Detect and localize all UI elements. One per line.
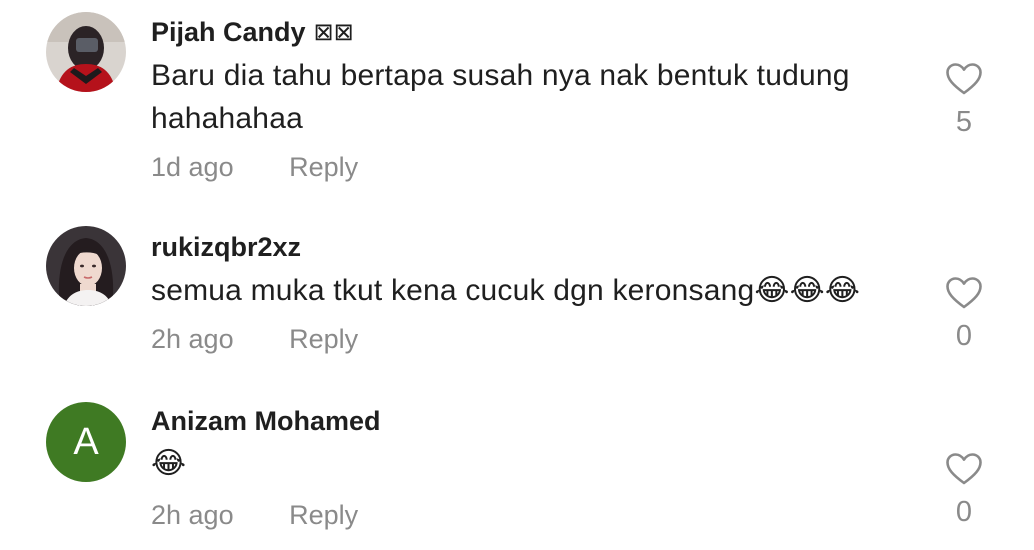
avatar[interactable] <box>46 226 126 306</box>
comment-meta: 1d ago Reply <box>151 152 358 183</box>
heart-outline-icon[interactable] <box>945 62 983 96</box>
comment-item: A Anizam Mohamed 😂 2h ago Reply 0 <box>0 380 1034 550</box>
like-count: 0 <box>955 320 973 352</box>
comment-timestamp: 2h ago <box>151 500 234 530</box>
avatar-photo <box>46 226 126 306</box>
avatar[interactable] <box>46 12 126 92</box>
comment-list: Pijah Candy ⊠⊠ Baru dia tahu bertapa susa… <box>0 0 1034 550</box>
avatar[interactable]: A <box>46 402 126 482</box>
reply-button[interactable]: Reply <box>289 324 358 355</box>
flag-icon: ⊠⊠ <box>313 19 354 46</box>
heart-outline-icon[interactable] <box>945 452 983 486</box>
reply-button[interactable]: Reply <box>289 152 358 183</box>
comment-username[interactable]: rukizqbr2xz <box>151 232 301 263</box>
comment-text: Baru dia tahu bertapa susah nya nak bent… <box>151 59 850 135</box>
comment-item: Pijah Candy ⊠⊠ Baru dia tahu bertapa susa… <box>0 0 1034 200</box>
like-control: 0 <box>940 276 988 353</box>
comment-timestamp: 1d ago <box>151 152 234 182</box>
comment-text: semua muka tkut kena cucuk dgn keronsang… <box>151 274 861 307</box>
avatar-initial: A <box>73 420 99 463</box>
reply-button[interactable]: Reply <box>289 500 358 531</box>
heart-outline-icon[interactable] <box>945 276 983 310</box>
comment-item: rukizqbr2xz semua muka tkut kena cucuk d… <box>0 200 1034 380</box>
comment-timestamp: 2h ago <box>151 324 234 354</box>
comment-meta: 2h ago Reply <box>151 500 358 531</box>
comment-username[interactable]: Pijah Candy ⊠⊠ <box>151 17 354 48</box>
like-control: 5 <box>940 62 988 139</box>
comment-meta: 2h ago Reply <box>151 324 358 355</box>
username-text: Pijah Candy <box>151 17 306 47</box>
like-control: 0 <box>940 452 988 529</box>
username-text: Anizam Mohamed <box>151 406 381 436</box>
like-count: 0 <box>955 496 973 528</box>
comment-text: 😂 <box>151 447 187 480</box>
avatar-photo <box>46 12 126 92</box>
like-count: 5 <box>955 106 973 138</box>
comment-username[interactable]: Anizam Mohamed <box>151 406 381 437</box>
username-text: rukizqbr2xz <box>151 232 302 262</box>
